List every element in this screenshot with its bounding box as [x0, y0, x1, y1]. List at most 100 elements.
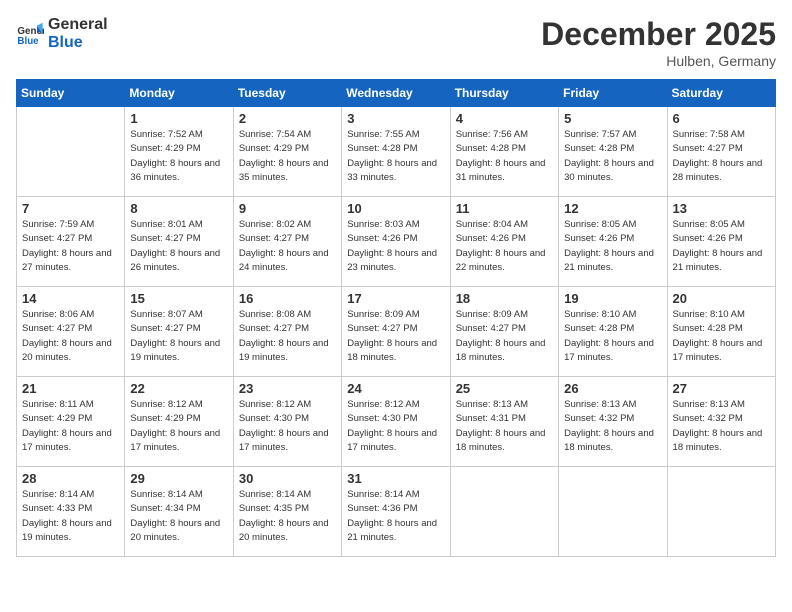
calendar-cell-1-7: 6Sunrise: 7:58 AMSunset: 4:27 PMDaylight… — [667, 107, 775, 197]
logo-general-text: General — [48, 16, 108, 34]
calendar-cell-3-3: 16Sunrise: 8:08 AMSunset: 4:27 PMDayligh… — [233, 287, 341, 377]
calendar-cell-2-7: 13 Sunrise: 8:05 AMSunset: 4:26 PMDayligh… — [667, 197, 775, 287]
day-info: Sunrise: 8:14 AMSunset: 4:35 PMDaylight:… — [239, 488, 336, 545]
day-number: 28 — [22, 471, 119, 486]
day-info: Sunrise: 8:07 AMSunset: 4:27 PMDaylight:… — [130, 308, 227, 365]
calendar-cell-5-7 — [667, 467, 775, 557]
calendar-table: SundayMondayTuesdayWednesdayThursdayFrid… — [16, 79, 776, 557]
calendar-cell-5-2: 29 Sunrise: 8:14 AMSunset: 4:34 PMDayligh… — [125, 467, 233, 557]
day-info: Sunrise: 8:05 AMSunset: 4:26 PMDaylight:… — [673, 218, 770, 275]
calendar-cell-4-2: 22Sunrise: 8:12 AMSunset: 4:29 PMDayligh… — [125, 377, 233, 467]
day-number: 16 — [239, 291, 336, 306]
calendar-cell-1-4: 3 Sunrise: 7:55 AMSunset: 4:28 PMDaylight… — [342, 107, 450, 197]
day-number: 4 — [456, 111, 553, 126]
day-info: Sunrise: 8:03 AMSunset: 4:26 PMDaylight:… — [347, 218, 444, 275]
calendar-cell-3-7: 20 Sunrise: 8:10 AMSunset: 4:28 PMDayligh… — [667, 287, 775, 377]
weekday-header-saturday: Saturday — [667, 80, 775, 107]
day-number: 17 — [347, 291, 444, 306]
day-info: Sunrise: 8:13 AMSunset: 4:31 PMDaylight:… — [456, 398, 553, 455]
calendar-cell-1-6: 5 Sunrise: 7:57 AMSunset: 4:28 PMDaylight… — [559, 107, 667, 197]
day-number: 25 — [456, 381, 553, 396]
day-info: Sunrise: 7:59 AMSunset: 4:27 PMDaylight:… — [22, 218, 119, 275]
page-header: General Blue General Blue December 2025 … — [16, 16, 776, 69]
day-number: 13 — [673, 201, 770, 216]
day-info: Sunrise: 8:04 AMSunset: 4:26 PMDaylight:… — [456, 218, 553, 275]
day-number: 10 — [347, 201, 444, 216]
week-row-1: 1 Sunrise: 7:52 AMSunset: 4:29 PMDaylight… — [17, 107, 776, 197]
day-info: Sunrise: 8:14 AMSunset: 4:34 PMDaylight:… — [130, 488, 227, 545]
day-number: 23 — [239, 381, 336, 396]
day-info: Sunrise: 7:54 AMSunset: 4:29 PMDaylight:… — [239, 128, 336, 185]
calendar-cell-3-1: 14 Sunrise: 8:06 AMSunset: 4:27 PMDayligh… — [17, 287, 125, 377]
weekday-header-thursday: Thursday — [450, 80, 558, 107]
day-number: 31 — [347, 471, 444, 486]
day-number: 27 — [673, 381, 770, 396]
day-info: Sunrise: 8:02 AMSunset: 4:27 PMDaylight:… — [239, 218, 336, 275]
week-row-4: 21 Sunrise: 8:11 AMSunset: 4:29 PMDayligh… — [17, 377, 776, 467]
day-number: 8 — [130, 201, 227, 216]
calendar-cell-2-3: 9Sunrise: 8:02 AMSunset: 4:27 PMDaylight… — [233, 197, 341, 287]
day-info: Sunrise: 7:56 AMSunset: 4:28 PMDaylight:… — [456, 128, 553, 185]
day-info: Sunrise: 8:06 AMSunset: 4:27 PMDaylight:… — [22, 308, 119, 365]
calendar-cell-1-1 — [17, 107, 125, 197]
day-info: Sunrise: 8:12 AMSunset: 4:29 PMDaylight:… — [130, 398, 227, 455]
day-info: Sunrise: 7:58 AMSunset: 4:27 PMDaylight:… — [673, 128, 770, 185]
day-number: 2 — [239, 111, 336, 126]
day-number: 14 — [22, 291, 119, 306]
logo-blue-text: Blue — [48, 34, 108, 52]
svg-text:Blue: Blue — [17, 35, 39, 46]
week-row-5: 28 Sunrise: 8:14 AMSunset: 4:33 PMDayligh… — [17, 467, 776, 557]
calendar-cell-4-4: 24 Sunrise: 8:12 AMSunset: 4:30 PMDayligh… — [342, 377, 450, 467]
day-info: Sunrise: 8:05 AMSunset: 4:26 PMDaylight:… — [564, 218, 661, 275]
day-info: Sunrise: 8:13 AMSunset: 4:32 PMDaylight:… — [564, 398, 661, 455]
day-info: Sunrise: 8:11 AMSunset: 4:29 PMDaylight:… — [22, 398, 119, 455]
day-number: 12 — [564, 201, 661, 216]
calendar-cell-1-3: 2 Sunrise: 7:54 AMSunset: 4:29 PMDaylight… — [233, 107, 341, 197]
day-info: Sunrise: 8:12 AMSunset: 4:30 PMDaylight:… — [239, 398, 336, 455]
day-info: Sunrise: 8:14 AMSunset: 4:36 PMDaylight:… — [347, 488, 444, 545]
day-number: 11 — [456, 201, 553, 216]
calendar-cell-5-3: 30 Sunrise: 8:14 AMSunset: 4:35 PMDayligh… — [233, 467, 341, 557]
day-info: Sunrise: 8:13 AMSunset: 4:32 PMDaylight:… — [673, 398, 770, 455]
calendar-cell-4-7: 27 Sunrise: 8:13 AMSunset: 4:32 PMDayligh… — [667, 377, 775, 467]
calendar-cell-5-4: 31 Sunrise: 8:14 AMSunset: 4:36 PMDayligh… — [342, 467, 450, 557]
weekday-header-row: SundayMondayTuesdayWednesdayThursdayFrid… — [17, 80, 776, 107]
title-area: December 2025 Hulben, Germany — [541, 16, 776, 69]
calendar-cell-5-6 — [559, 467, 667, 557]
calendar-cell-3-5: 18Sunrise: 8:09 AMSunset: 4:27 PMDayligh… — [450, 287, 558, 377]
day-number: 3 — [347, 111, 444, 126]
calendar-cell-2-1: 7 Sunrise: 7:59 AMSunset: 4:27 PMDaylight… — [17, 197, 125, 287]
day-info: Sunrise: 8:09 AMSunset: 4:27 PMDaylight:… — [456, 308, 553, 365]
calendar-cell-4-5: 25 Sunrise: 8:13 AMSunset: 4:31 PMDayligh… — [450, 377, 558, 467]
day-number: 7 — [22, 201, 119, 216]
day-number: 5 — [564, 111, 661, 126]
location-subtitle: Hulben, Germany — [541, 53, 776, 69]
calendar-cell-2-2: 8 Sunrise: 8:01 AMSunset: 4:27 PMDaylight… — [125, 197, 233, 287]
day-number: 19 — [564, 291, 661, 306]
week-row-3: 14 Sunrise: 8:06 AMSunset: 4:27 PMDayligh… — [17, 287, 776, 377]
day-number: 26 — [564, 381, 661, 396]
calendar-cell-1-5: 4 Sunrise: 7:56 AMSunset: 4:28 PMDaylight… — [450, 107, 558, 197]
calendar-cell-5-5 — [450, 467, 558, 557]
day-number: 30 — [239, 471, 336, 486]
day-number: 1 — [130, 111, 227, 126]
day-info: Sunrise: 8:12 AMSunset: 4:30 PMDaylight:… — [347, 398, 444, 455]
calendar-cell-4-3: 23 Sunrise: 8:12 AMSunset: 4:30 PMDayligh… — [233, 377, 341, 467]
day-number: 15 — [130, 291, 227, 306]
day-info: Sunrise: 7:52 AMSunset: 4:29 PMDaylight:… — [130, 128, 227, 185]
day-info: Sunrise: 8:01 AMSunset: 4:27 PMDaylight:… — [130, 218, 227, 275]
day-number: 21 — [22, 381, 119, 396]
day-number: 24 — [347, 381, 444, 396]
day-number: 29 — [130, 471, 227, 486]
calendar-cell-1-2: 1 Sunrise: 7:52 AMSunset: 4:29 PMDaylight… — [125, 107, 233, 197]
day-number: 20 — [673, 291, 770, 306]
day-info: Sunrise: 8:10 AMSunset: 4:28 PMDaylight:… — [673, 308, 770, 365]
day-info: Sunrise: 8:14 AMSunset: 4:33 PMDaylight:… — [22, 488, 119, 545]
day-info: Sunrise: 7:55 AMSunset: 4:28 PMDaylight:… — [347, 128, 444, 185]
calendar-cell-2-4: 10 Sunrise: 8:03 AMSunset: 4:26 PMDayligh… — [342, 197, 450, 287]
logo: General Blue General Blue — [16, 16, 108, 51]
calendar-cell-4-1: 21 Sunrise: 8:11 AMSunset: 4:29 PMDayligh… — [17, 377, 125, 467]
calendar-cell-4-6: 26 Sunrise: 8:13 AMSunset: 4:32 PMDayligh… — [559, 377, 667, 467]
day-info: Sunrise: 7:57 AMSunset: 4:28 PMDaylight:… — [564, 128, 661, 185]
month-year-title: December 2025 — [541, 16, 776, 53]
